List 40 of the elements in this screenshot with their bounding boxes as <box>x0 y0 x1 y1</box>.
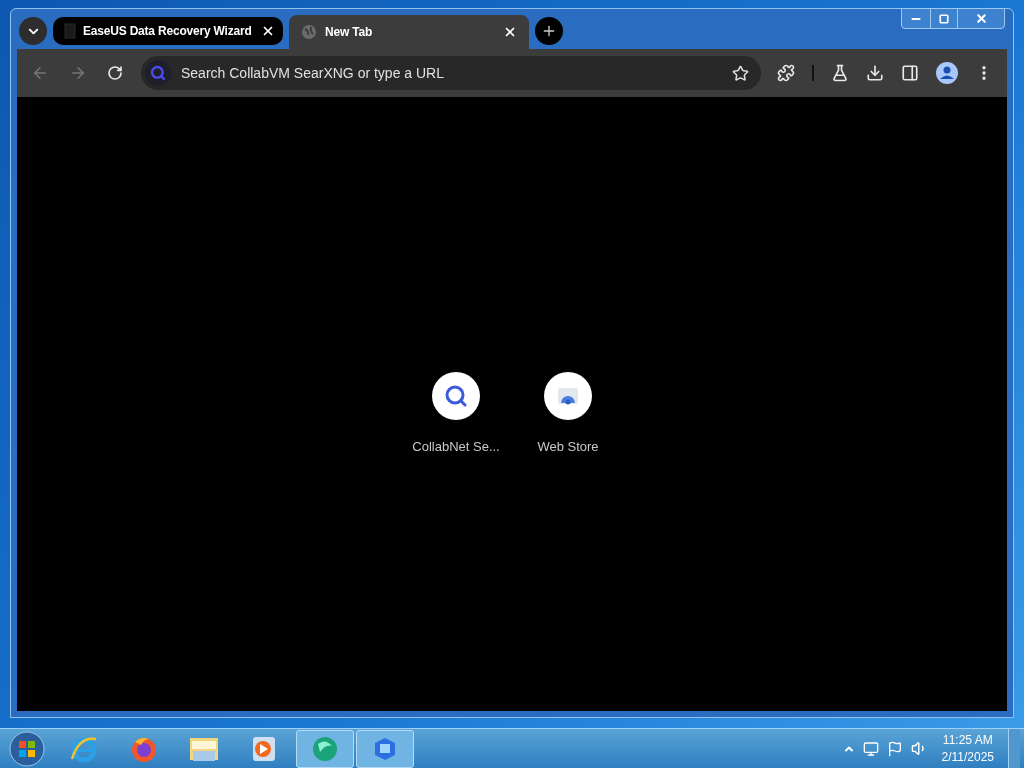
store-icon <box>557 386 579 405</box>
extensions-icon[interactable] <box>777 64 795 82</box>
profile-avatar-icon[interactable] <box>936 62 958 84</box>
browser-tab[interactable]: EaseUS Data Recovery Wizard <box>53 17 283 45</box>
close-icon[interactable] <box>261 24 275 38</box>
tab-title: EaseUS Data Recovery Wizard <box>83 23 253 40</box>
download-icon[interactable] <box>866 64 884 82</box>
shortcut-label: CollabNet Se... <box>412 437 500 456</box>
network-icon[interactable] <box>862 740 879 757</box>
maximize-icon <box>939 13 949 24</box>
shortcut-label: Web Store <box>537 437 599 456</box>
clock-date: 2/11/2025 <box>941 748 994 766</box>
flag-icon[interactable] <box>886 740 903 757</box>
media-player-icon <box>251 734 277 763</box>
maximize-button[interactable] <box>930 9 958 28</box>
forward-icon[interactable] <box>69 64 87 82</box>
plus-icon <box>541 23 557 39</box>
search-icon <box>145 60 171 86</box>
flask-icon[interactable] <box>831 64 849 82</box>
address-input[interactable]: Search CollabVM SearXNG or type a URL <box>181 62 722 84</box>
new-tab-button[interactable] <box>535 17 563 45</box>
close-icon <box>974 12 988 25</box>
clock-time: 11:25 AM <box>942 731 993 749</box>
reload-icon[interactable] <box>107 65 123 81</box>
browser-tab[interactable]: New Tab <box>289 15 529 49</box>
taskbar-button[interactable] <box>296 729 354 768</box>
close-icon[interactable] <box>503 25 517 39</box>
address-bar[interactable]: Search CollabVM SearXNG or type a URL <box>141 56 761 90</box>
side-panel-icon[interactable] <box>901 64 919 82</box>
tab-title: New Tab <box>325 24 374 41</box>
document-icon <box>63 23 77 39</box>
search-icon <box>444 383 468 408</box>
taskbar-button[interactable] <box>356 729 414 768</box>
tab-search-button[interactable] <box>19 17 47 45</box>
globe-icon <box>301 24 317 40</box>
clock[interactable]: 11:25 AM 2/11/2025 <box>935 731 1000 766</box>
bookmark-star-icon[interactable] <box>732 64 749 82</box>
shortcut-tile[interactable]: Web Store <box>512 371 624 457</box>
shortcut-tile[interactable]: CollabNet Se... <box>400 371 512 457</box>
back-icon[interactable] <box>31 64 49 82</box>
